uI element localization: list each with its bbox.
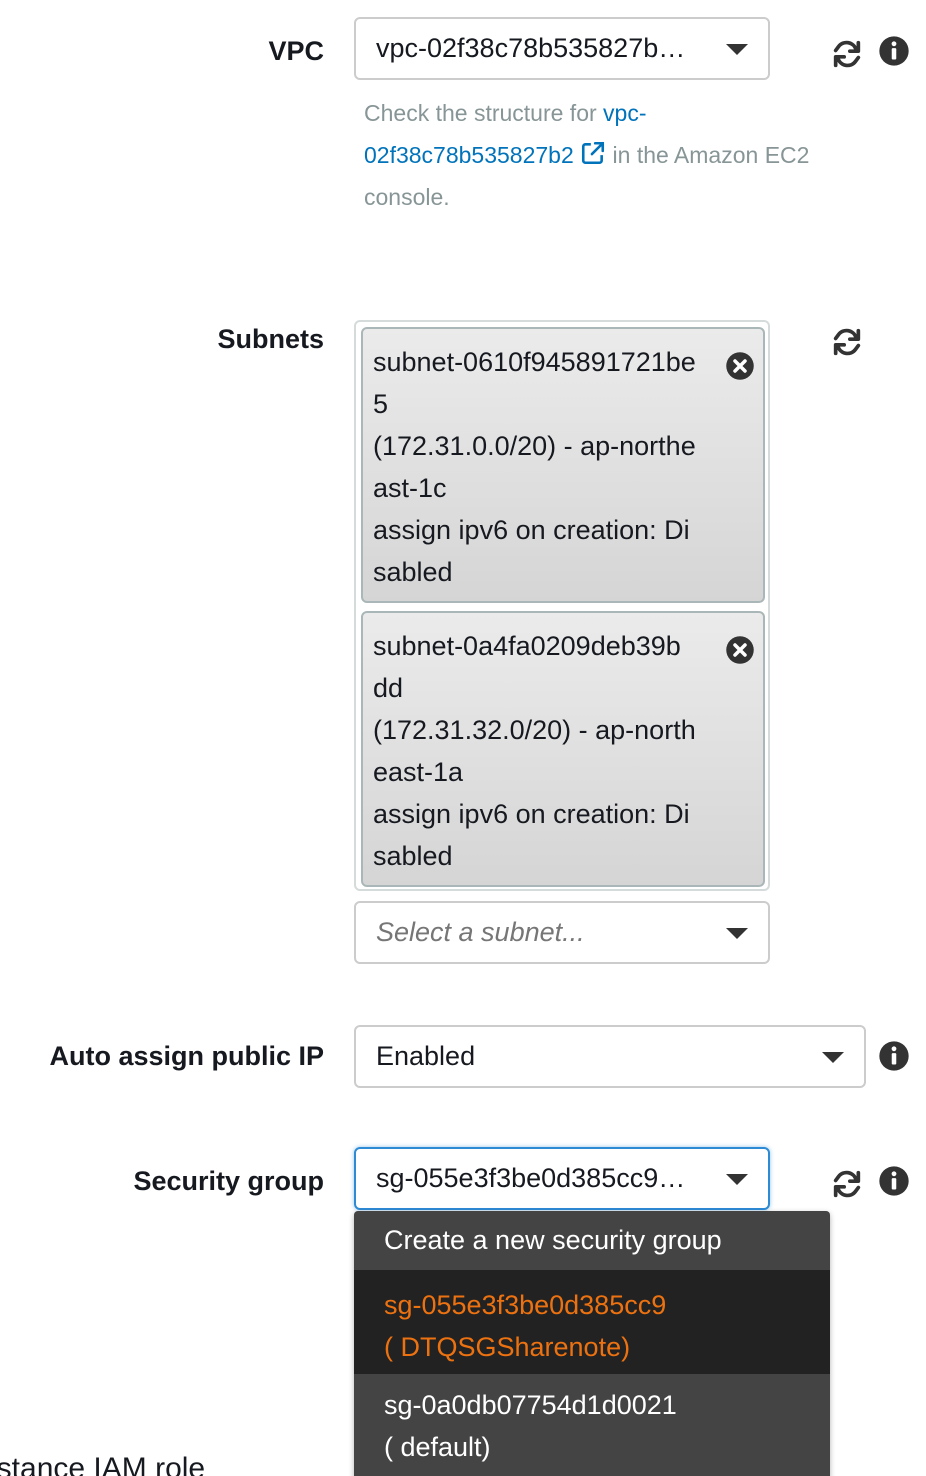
security-group-dropdown-menu: Create a new security group sg-055e3f3be…: [354, 1211, 830, 1476]
vpc-label: VPC: [268, 36, 324, 66]
chevron-down-icon: [726, 43, 748, 55]
remove-subnet-icon[interactable]: [725, 635, 755, 665]
info-icon[interactable]: [878, 1165, 910, 1197]
subnets-label: Subnets: [217, 324, 324, 354]
vpc-select-value: vpc-02f38c78b535827b…: [376, 33, 686, 63]
chevron-down-icon: [726, 1173, 748, 1185]
external-link-icon[interactable]: [580, 137, 606, 165]
security-group-option[interactable]: sg-055e3f3be0d385cc9 ( DTQSGSharenote): [354, 1270, 830, 1374]
security-group-option[interactable]: sg-0a0db07754d1d0021 ( default): [354, 1374, 830, 1476]
chevron-down-icon: [726, 927, 748, 939]
vpc-console-link-id[interactable]: 02f38c78b535827b2: [364, 142, 574, 168]
subnet-select[interactable]: Select a subnet...: [354, 901, 770, 964]
selected-subnets-list: subnet-0610f945891721be 5 (172.31.0.0/20…: [354, 320, 770, 891]
chevron-down-icon: [822, 1051, 844, 1063]
create-security-group-option[interactable]: Create a new security group: [354, 1211, 830, 1270]
refresh-icon[interactable]: [830, 325, 864, 359]
subnet-chip: subnet-0610f945891721be 5 (172.31.0.0/20…: [361, 327, 765, 603]
auto-assign-ip-label: Auto assign public IP: [49, 1041, 324, 1071]
iam-role-label-partial: nstance IAM role: [0, 1452, 206, 1476]
auto-assign-ip-value: Enabled: [376, 1041, 476, 1071]
info-icon[interactable]: [878, 1040, 910, 1072]
info-icon[interactable]: [878, 35, 910, 67]
security-group-select[interactable]: sg-055e3f3be0d385cc9…: [354, 1147, 770, 1210]
refresh-icon[interactable]: [830, 1167, 864, 1201]
security-group-value: sg-055e3f3be0d385cc9…: [376, 1163, 686, 1193]
subnet-chip: subnet-0a4fa0209deb39b dd (172.31.32.0/2…: [361, 611, 765, 887]
auto-assign-ip-select[interactable]: Enabled: [354, 1025, 866, 1088]
subnet-select-placeholder: Select a subnet...: [376, 917, 585, 947]
remove-subnet-icon[interactable]: [725, 351, 755, 381]
vpc-console-link[interactable]: vpc-: [603, 100, 646, 126]
refresh-icon[interactable]: [830, 37, 864, 71]
security-group-label: Security group: [133, 1166, 324, 1196]
vpc-select[interactable]: vpc-02f38c78b535827b…: [354, 17, 770, 80]
vpc-help-text: Check the structure for vpc- 02f38c78b53…: [364, 100, 810, 210]
